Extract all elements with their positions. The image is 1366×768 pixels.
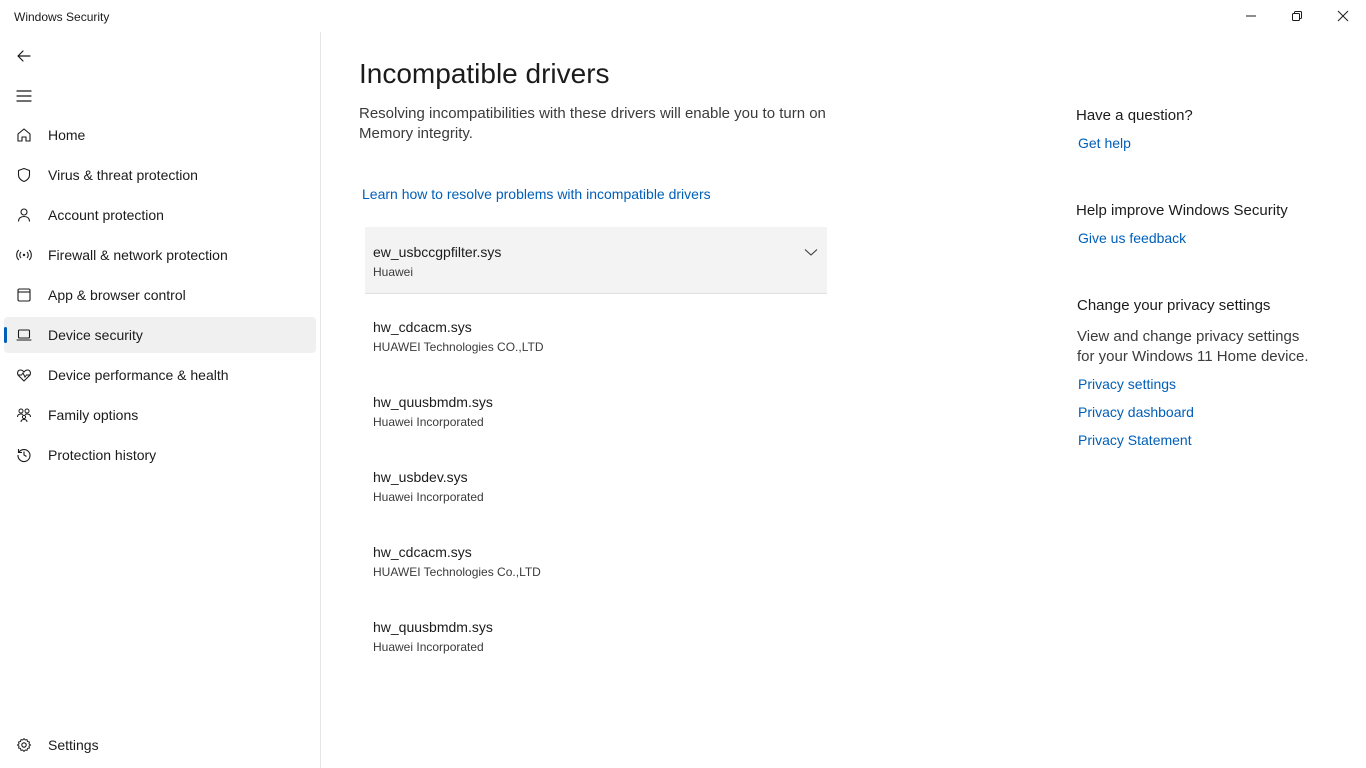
- menu-button[interactable]: [8, 80, 40, 112]
- privacy-statement-link[interactable]: Privacy Statement: [1078, 430, 1356, 450]
- driver-vendor: Huawei Incorporated: [373, 490, 484, 504]
- minimize-icon: [1246, 15, 1256, 17]
- learn-resolve-link[interactable]: Learn how to resolve problems with incom…: [362, 186, 711, 202]
- sidebar-item-settings[interactable]: Settings: [4, 727, 316, 763]
- driver-vendor: Huawei Incorporated: [373, 640, 484, 654]
- sidebar-item-device-security[interactable]: Device security: [4, 317, 316, 353]
- history-icon: [16, 447, 32, 463]
- sidebar-item-family[interactable]: Family options: [4, 397, 316, 433]
- app-title: Windows Security: [14, 10, 110, 24]
- privacy-dashboard-link[interactable]: Privacy dashboard: [1078, 402, 1356, 422]
- driver-item[interactable]: hw_usbdev.sys Huawei Incorporated: [365, 452, 827, 519]
- person-icon: [16, 207, 32, 223]
- driver-item[interactable]: hw_quusbmdm.sys Huawei Incorporated: [365, 377, 827, 444]
- driver-name: hw_usbdev.sys: [373, 469, 468, 485]
- sidebar-item-protection-history[interactable]: Protection history: [4, 437, 316, 473]
- driver-list: ew_usbccgpfilter.sys Huawei hw_cdcacm.sy…: [365, 227, 827, 677]
- nav-menu: Home Virus & threat protection Account p…: [4, 117, 316, 477]
- page-description: Resolving incompatibilities with these d…: [359, 105, 826, 142]
- home-icon: [16, 127, 32, 143]
- get-help-link[interactable]: Get help: [1078, 133, 1356, 153]
- driver-item[interactable]: hw_quusbmdm.sys Huawei Incorporated: [365, 602, 827, 669]
- driver-vendor: Huawei: [373, 265, 414, 279]
- driver-item[interactable]: hw_cdcacm.sys HUAWEI Technologies CO.,LT…: [365, 302, 827, 369]
- sidebar-item-app-browser[interactable]: App & browser control: [4, 277, 316, 313]
- sidebar: Home Virus & threat protection Account p…: [0, 32, 320, 768]
- sidebar-item-device-performance[interactable]: Device performance & health: [4, 357, 316, 393]
- family-icon: [16, 407, 32, 423]
- sidebar-item-label: Family options: [48, 407, 139, 423]
- shield-icon: [16, 167, 32, 183]
- wireless-icon: [16, 247, 32, 263]
- sidebar-item-label: Account protection: [48, 207, 164, 223]
- restore-button[interactable]: [1274, 0, 1320, 32]
- sidebar-item-label: Protection history: [48, 447, 157, 463]
- driver-name: hw_cdcacm.sys: [373, 319, 472, 335]
- help-aside: Have a question? Get help Help improve W…: [1076, 106, 1356, 450]
- sidebar-item-virus-threat[interactable]: Virus & threat protection: [4, 157, 316, 193]
- driver-item[interactable]: hw_cdcacm.sys HUAWEI Technologies Co.,LT…: [365, 527, 827, 594]
- sidebar-item-label: App & browser control: [48, 287, 186, 303]
- privacy-heading: Change your privacy settings: [1077, 297, 1271, 314]
- sidebar-item-label: Device security: [48, 327, 143, 343]
- minimize-button[interactable]: [1228, 0, 1274, 32]
- close-button[interactable]: [1320, 0, 1366, 32]
- gear-icon: [16, 737, 32, 753]
- sidebar-item-account[interactable]: Account protection: [4, 197, 316, 233]
- app-window-icon: [16, 287, 32, 303]
- chevron-down-icon[interactable]: [803, 244, 819, 260]
- settings-label: Settings: [48, 737, 99, 753]
- driver-name: hw_quusbmdm.sys: [373, 394, 493, 410]
- driver-name: ew_usbccgpfilter.sys: [373, 244, 502, 260]
- sidebar-item-label: Device performance & health: [48, 367, 229, 383]
- driver-vendor: HUAWEI Technologies Co.,LTD: [373, 565, 541, 579]
- page-title: Incompatible drivers: [359, 58, 610, 89]
- heart-pulse-icon: [16, 367, 32, 383]
- back-arrow-icon: [17, 50, 31, 62]
- improve-heading: Help improve Windows Security: [1076, 202, 1288, 219]
- sidebar-item-label: Firewall & network protection: [48, 247, 228, 263]
- privacy-settings-link[interactable]: Privacy settings: [1078, 374, 1356, 394]
- title-bar: Windows Security: [0, 0, 1366, 32]
- sidebar-item-label: Virus & threat protection: [48, 167, 198, 183]
- laptop-icon: [16, 327, 32, 343]
- feedback-link[interactable]: Give us feedback: [1078, 228, 1356, 248]
- driver-vendor: HUAWEI Technologies CO.,LTD: [373, 340, 544, 354]
- sidebar-item-home[interactable]: Home: [4, 117, 316, 153]
- driver-name: hw_quusbmdm.sys: [373, 619, 493, 635]
- privacy-description: View and change privacy settings for you…: [1077, 328, 1309, 365]
- hamburger-icon: [16, 90, 32, 102]
- restore-icon: [1292, 11, 1302, 21]
- driver-vendor: Huawei Incorporated: [373, 415, 484, 429]
- question-heading: Have a question?: [1076, 107, 1193, 124]
- driver-name: hw_cdcacm.sys: [373, 544, 472, 560]
- sidebar-item-label: Home: [48, 127, 86, 143]
- close-icon: [1337, 10, 1349, 22]
- driver-item[interactable]: ew_usbccgpfilter.sys Huawei: [365, 227, 827, 294]
- main-content: Incompatible drivers Resolving incompati…: [321, 32, 1366, 768]
- sidebar-item-firewall[interactable]: Firewall & network protection: [4, 237, 316, 273]
- back-button[interactable]: [8, 40, 40, 72]
